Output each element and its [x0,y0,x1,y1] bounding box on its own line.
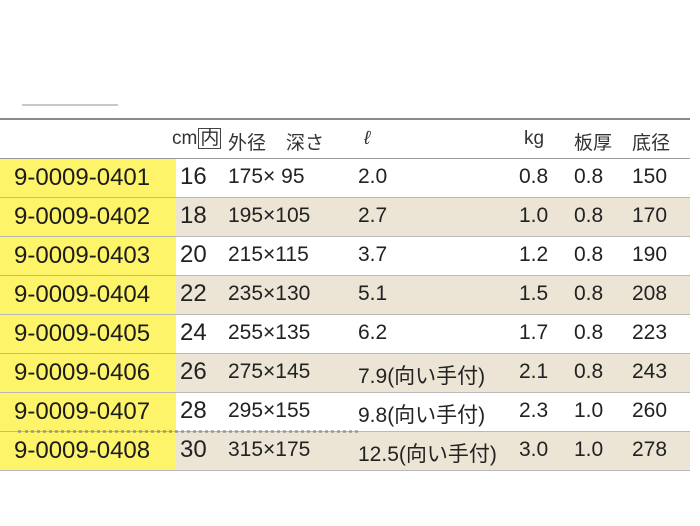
base-diameter-cell: 190 [632,243,668,266]
table-row: 9-0009-0402 18 195×105 2.7 1.0 0.8 170 [0,198,690,237]
plate-thickness-cell: 0.8 [574,204,604,227]
plate-thickness-cell: 0.8 [574,282,604,305]
header-base-diameter: 底径 [632,133,671,154]
table-row: 9-0009-0405 24 255×135 6.2 1.7 0.8 223 [0,315,690,354]
weight-cell: 2.3 [519,399,549,422]
table-row: 9-0009-0403 20 215×115 3.7 1.2 0.8 190 [0,237,690,276]
inner-size-cell: 28 [180,397,207,424]
table-header: cm 内 外径 深さ ℓ kg 板厚 底径 [0,120,690,159]
plate-thickness-cell: 0.8 [574,321,604,344]
plate-thickness-cell: 0.8 [574,360,604,383]
inner-size-cell: 20 [180,241,207,268]
outer-diameter-depth-cell: 235×130 [228,282,311,305]
cropped-top-area [0,0,700,112]
base-diameter-cell: 243 [632,360,668,383]
outer-diameter-depth-cell: 215×115 [228,243,309,266]
outer-diameter-depth-cell: 295×155 [228,399,311,422]
outer-diameter-depth-cell: 195×105 [228,204,311,227]
base-diameter-cell: 260 [632,399,668,422]
outer-diameter-depth-cell: 275×145 [228,360,311,383]
capacity-cell: 2.0 [358,165,388,188]
cropped-bottom-area [0,424,700,442]
plate-thickness-cell: 0.8 [574,165,604,188]
table-row: 9-0009-0401 16 175× 95 2.0 0.8 0.8 150 [0,159,690,198]
inner-size-cell: 18 [180,202,207,229]
product-code-cell: 9-0009-0406 [0,354,176,392]
weight-cell: 1.0 [519,204,549,227]
cropped-heading-fragment [22,104,118,114]
product-code-cell: 9-0009-0403 [0,237,176,275]
capacity-cell: 7.9(向い手付) [358,365,486,388]
weight-cell: 0.8 [519,165,549,188]
spec-table: cm 内 外径 深さ ℓ kg 板厚 底径 9-0009-0401 16 175× 9… [0,118,690,471]
header-cm: cm 内 [172,128,222,150]
base-diameter-cell: 223 [632,321,668,344]
outer-diameter-depth-cell: 175× 95 [228,165,305,188]
product-code-cell: 9-0009-0405 [0,315,176,353]
table-row: 9-0009-0404 22 235×130 5.1 1.5 0.8 208 [0,276,690,315]
base-diameter-cell: 208 [632,282,668,305]
weight-cell: 1.7 [519,321,549,344]
header-capacity: ℓ [364,128,371,149]
plate-thickness-cell: 0.8 [574,243,604,266]
header-plate-thickness: 板厚 [574,133,613,154]
capacity-cell: 3.7 [358,243,388,266]
product-code-cell: 9-0009-0402 [0,198,176,236]
inner-size-cell: 22 [180,280,207,307]
product-code-cell: 9-0009-0401 [0,159,176,197]
product-code-cell: 9-0009-0404 [0,276,176,314]
plate-thickness-cell: 1.0 [574,399,604,422]
weight-cell: 1.5 [519,282,549,305]
base-diameter-cell: 150 [632,165,668,188]
outer-diameter-depth-cell: 255×135 [228,321,311,344]
inner-size-cell: 16 [180,163,207,190]
header-weight: kg [524,128,545,149]
inner-size-cell: 24 [180,319,207,346]
weight-cell: 1.2 [519,243,549,266]
header-outer-diameter: 外径 [228,133,267,154]
header-inner-box: 内 [198,128,222,149]
capacity-cell: 5.1 [358,282,388,305]
table-row: 9-0009-0406 26 275×145 7.9(向い手付) 2.1 0.8 243 [0,354,690,393]
capacity-cell: 2.7 [358,204,388,227]
cropped-footnote-fragment [18,430,358,442]
header-cm-label: cm [172,128,198,149]
weight-cell: 2.1 [519,360,549,383]
inner-size-cell: 26 [180,358,207,385]
capacity-cell: 12.5(向い手付) [358,443,497,466]
base-diameter-cell: 170 [632,204,668,227]
header-depth: 深さ [286,133,325,154]
capacity-cell: 6.2 [358,321,388,344]
